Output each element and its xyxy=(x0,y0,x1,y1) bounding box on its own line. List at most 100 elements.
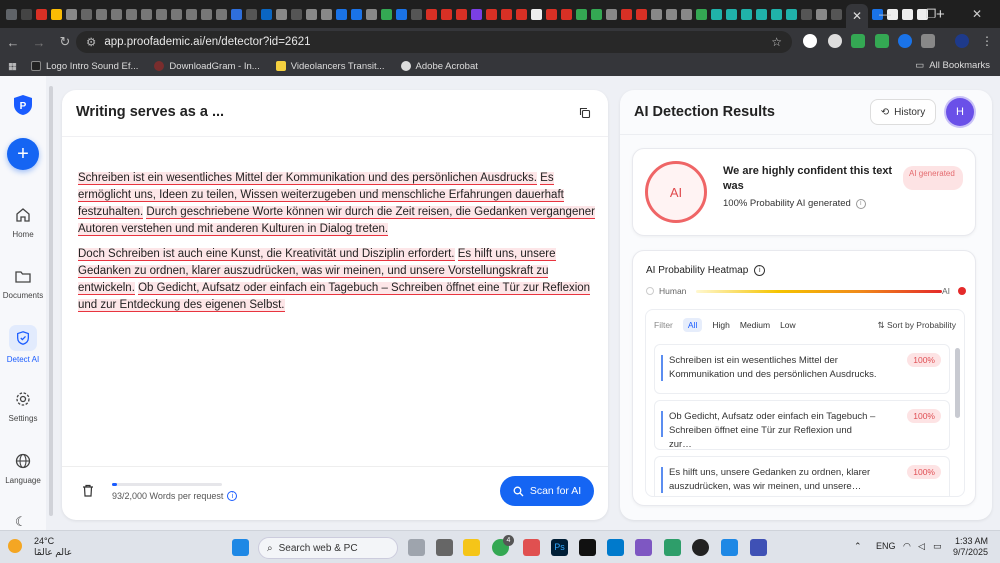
system-clock[interactable]: 1:33 AM 9/7/2025 xyxy=(953,536,988,558)
tab-favicon[interactable] xyxy=(276,8,287,20)
gmail-tab-icon[interactable] xyxy=(36,8,47,20)
extension-icon[interactable] xyxy=(875,34,889,48)
tab-favicon[interactable] xyxy=(396,8,407,20)
wifi-icon[interactable]: ◠ xyxy=(903,541,911,552)
tab-favicon[interactable] xyxy=(51,8,62,20)
url-text[interactable]: app.proofademic.ai/en/detector?id=2621 xyxy=(104,36,310,48)
sheets-extension-icon[interactable] xyxy=(851,34,865,48)
tab-favicon[interactable] xyxy=(246,8,257,20)
youtube-tab-icon[interactable] xyxy=(426,8,437,20)
info-icon[interactable]: i xyxy=(855,198,866,209)
tab-list-icon[interactable] xyxy=(21,8,32,20)
browser-menu-icon[interactable]: ⋮ xyxy=(980,34,994,48)
address-bar[interactable]: ⚙ app.proofademic.ai/en/detector?id=2621… xyxy=(76,31,792,53)
tray-overflow-icon[interactable]: ⌃ xyxy=(854,541,862,552)
youtube-tab-icon[interactable] xyxy=(516,8,527,20)
youtube-tab-icon[interactable] xyxy=(456,8,467,20)
tab-favicon[interactable] xyxy=(366,8,377,20)
tab-favicon[interactable] xyxy=(771,8,782,20)
tab-favicon[interactable] xyxy=(201,8,212,20)
tab-favicon[interactable] xyxy=(186,8,197,20)
tab-favicon[interactable] xyxy=(126,8,137,20)
close-window-button[interactable]: ✕ xyxy=(954,0,1000,28)
filter-all[interactable]: All xyxy=(682,318,703,332)
file-explorer-icon[interactable] xyxy=(463,539,480,556)
tab-favicon[interactable] xyxy=(711,8,722,20)
bookmark-item[interactable]: Logo Intro Sound Ef... xyxy=(30,61,138,72)
filter-high[interactable]: High xyxy=(712,320,729,330)
tab-favicon[interactable] xyxy=(741,8,752,20)
sort-by-probability[interactable]: ⇅ Sort by Probability xyxy=(878,320,956,331)
tab-favicon[interactable] xyxy=(171,8,182,20)
tab-favicon[interactable] xyxy=(66,8,77,20)
tab-favicon[interactable] xyxy=(651,8,662,20)
minimize-button[interactable]: — xyxy=(862,0,908,28)
tab-favicon[interactable] xyxy=(231,8,242,20)
tab-favicon[interactable] xyxy=(381,8,392,20)
sentence-list-scrollbar[interactable] xyxy=(955,348,960,418)
tab-favicon[interactable] xyxy=(696,8,707,20)
tab-favicon[interactable] xyxy=(321,8,332,20)
sidebar-item-home[interactable]: Home xyxy=(0,206,46,239)
extension-icon[interactable] xyxy=(828,34,842,48)
bookmark-star-icon[interactable]: ☆ xyxy=(771,35,782,49)
task-view-icon[interactable] xyxy=(408,539,425,556)
bookmark-item[interactable]: DownloadGram - In... xyxy=(154,61,260,72)
tab-favicon[interactable] xyxy=(576,8,587,20)
youtube-tab-icon[interactable] xyxy=(441,8,452,20)
vscode-icon[interactable] xyxy=(607,539,624,556)
tab-favicon[interactable] xyxy=(141,8,152,20)
sidebar-item-detect-ai[interactable]: Detect AI xyxy=(0,325,46,364)
tab-favicon[interactable] xyxy=(621,8,632,20)
tab-favicon[interactable] xyxy=(351,8,362,20)
highlighted-sentence[interactable]: Durch geschriebene Worte können wir durc… xyxy=(78,206,595,236)
tab-favicon[interactable] xyxy=(96,8,107,20)
tab-favicon[interactable] xyxy=(156,8,167,20)
all-bookmarks[interactable]: ▭ All Bookmarks xyxy=(915,60,990,71)
highlighted-sentence[interactable]: Schreiben ist ein wesentliches Mittel de… xyxy=(78,172,537,185)
sentence-item[interactable]: Ob Gedicht, Aufsatz oder einfach ein Tag… xyxy=(654,400,950,450)
tab-favicon[interactable] xyxy=(786,8,797,20)
user-avatar[interactable]: H xyxy=(946,98,974,126)
taskbar-app-icon[interactable] xyxy=(721,539,738,556)
highlighted-sentence[interactable]: Doch Schreiben ist auch eine Kunst, die … xyxy=(78,248,455,261)
tab-favicon[interactable] xyxy=(756,8,767,20)
bookmark-item[interactable]: Videolancers Transit... xyxy=(275,61,385,72)
tab-favicon[interactable] xyxy=(111,8,122,20)
battery-icon[interactable]: ▭ xyxy=(933,541,942,552)
taskbar-app-icon[interactable] xyxy=(664,539,681,556)
extension-icon[interactable] xyxy=(898,34,912,48)
tab-favicon[interactable] xyxy=(336,8,347,20)
tab-favicon[interactable] xyxy=(471,8,482,20)
youtube-tab-icon[interactable] xyxy=(561,8,572,20)
history-button[interactable]: ⟲ History xyxy=(870,99,936,125)
proofademic-logo[interactable]: P xyxy=(13,94,33,116)
windows-start-icon[interactable] xyxy=(232,539,249,556)
tab-favicon[interactable] xyxy=(216,8,227,20)
filter-low[interactable]: Low xyxy=(780,320,796,330)
tab-favicon[interactable] xyxy=(681,8,692,20)
tab-favicon[interactable] xyxy=(306,8,317,20)
copy-button[interactable] xyxy=(574,102,596,124)
tab-favicon[interactable] xyxy=(81,8,92,20)
site-info-icon[interactable]: ⚙ xyxy=(86,35,96,49)
capcut-icon[interactable] xyxy=(579,539,596,556)
photoshop-icon[interactable]: Ps xyxy=(551,539,568,556)
language-indicator[interactable]: ENG xyxy=(876,541,896,551)
weather-text[interactable]: 24°C عالم عالمًا xyxy=(34,536,72,558)
tab-favicon[interactable] xyxy=(411,8,422,20)
tab-search-icon[interactable] xyxy=(6,8,17,20)
youtube-tab-icon[interactable] xyxy=(486,8,497,20)
taskbar-search[interactable]: ⌕ Search web & PC xyxy=(258,537,398,559)
delete-button[interactable] xyxy=(82,484,94,500)
sidebar-scrollbar[interactable] xyxy=(49,86,53,516)
taskbar-app-icon[interactable] xyxy=(523,539,540,556)
tab-favicon[interactable] xyxy=(816,8,827,20)
scan-for-ai-button[interactable]: Scan for AI xyxy=(500,476,594,506)
youtube-tab-icon[interactable] xyxy=(546,8,557,20)
tab-favicon[interactable] xyxy=(531,8,542,20)
tab-favicon[interactable] xyxy=(591,8,602,20)
tab-favicon[interactable] xyxy=(636,8,647,20)
close-tab-icon[interactable]: ✕ xyxy=(852,9,862,23)
highlighted-sentence[interactable]: Ob Gedicht, Aufsatz oder einfach ein Tag… xyxy=(78,282,591,312)
